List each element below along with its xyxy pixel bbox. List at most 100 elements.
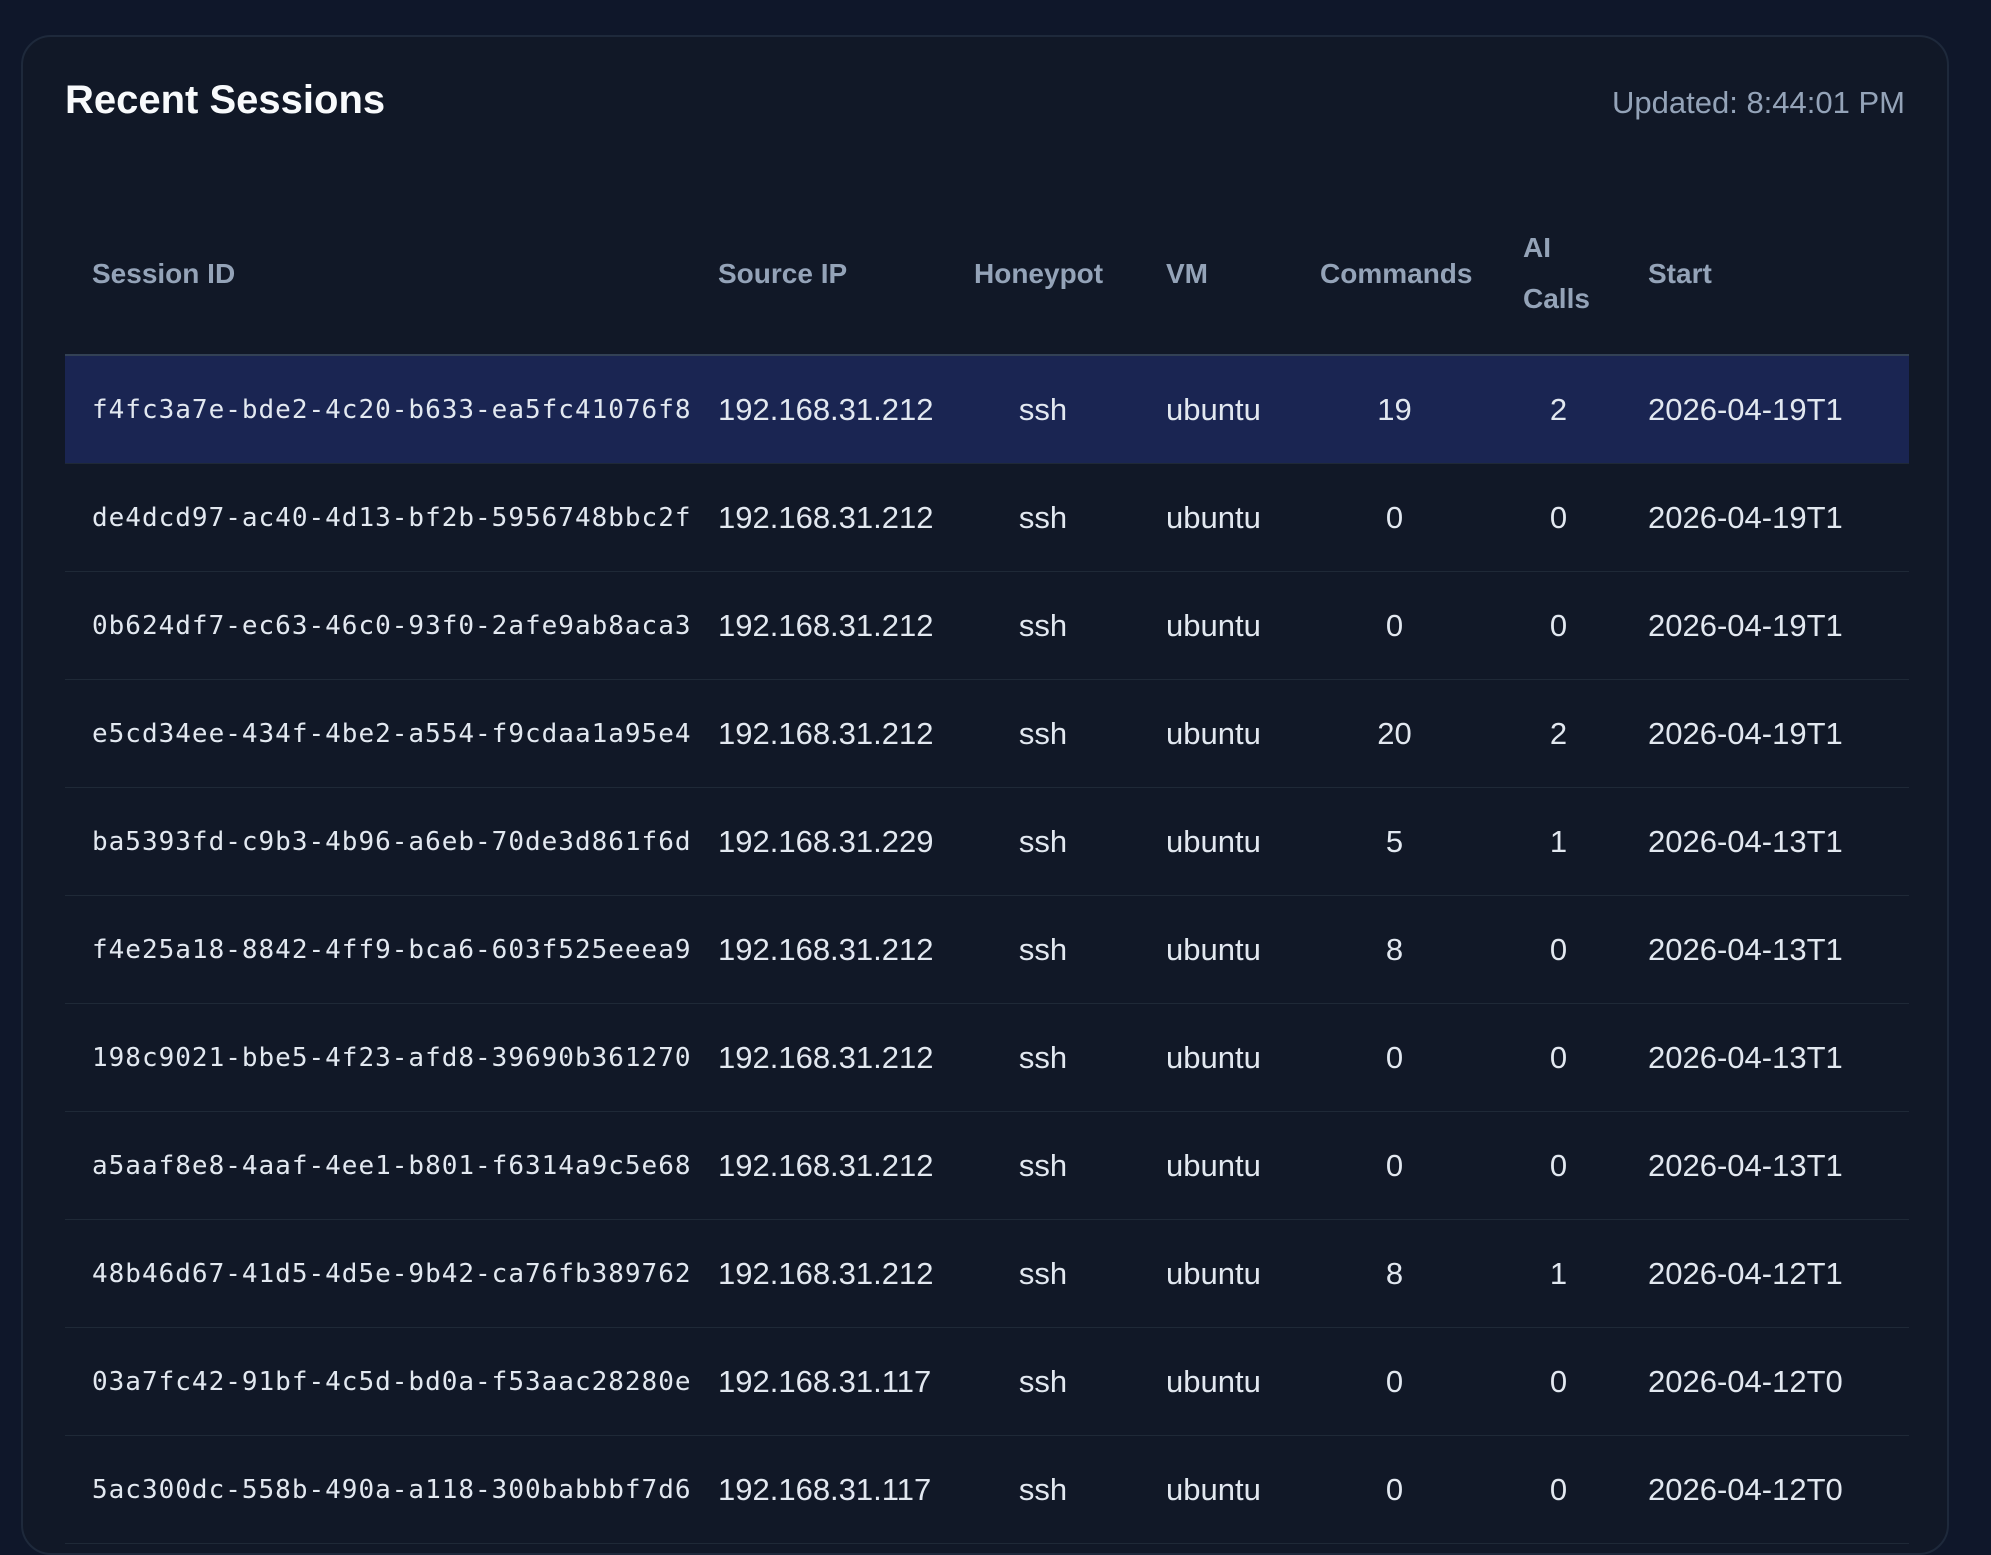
table-row[interactable]: f4fc3a7e-bde2-4c20-b633-ea5fc41076f8 192.… — [65, 355, 1909, 464]
cell-session-id: a5aaf8e8-4aaf-4ee1-b801-f6314a9c5e68 — [65, 1111, 691, 1220]
table-row[interactable]: 48b46d67-41d5-4d5e-9b42-ca76fb389762 192.… — [65, 1219, 1909, 1328]
cell-session-id: 198c9021-bbe5-4f23-afd8-39690b361270 — [65, 1003, 691, 1112]
header-start: Start — [1621, 192, 1909, 356]
cell-commands: 0 — [1293, 1435, 1496, 1544]
cell-start: 2026-04-13T1 — [1621, 1111, 1909, 1220]
cell-session-id: 0b624df7-ec63-46c0-93f0-2afe9ab8aca3 — [65, 571, 691, 680]
cell-honeypot: ssh — [947, 1219, 1139, 1328]
cell-session-id: 5ac300dc-558b-490a-a118-300babbbf7d6 — [65, 1435, 691, 1544]
cell-session-id: de4dcd97-ac40-4d13-bf2b-5956748bbc2f — [65, 463, 691, 572]
cell-vm: ubuntu — [1139, 355, 1293, 464]
table-row[interactable]: f4e25a18-8842-4ff9-bca6-603f525eeea9 192.… — [65, 895, 1909, 1004]
cell-start: 2026-04-19T1 — [1621, 679, 1909, 788]
table-row[interactable]: e5cd34ee-434f-4be2-a554-f9cdaa1a95e4 192.… — [65, 679, 1909, 788]
header-row: Session ID Source IP Honeypot VM Command… — [65, 192, 1909, 356]
header-session-id: Session ID — [65, 192, 691, 356]
cell-commands: 19 — [1293, 355, 1496, 464]
cell-commands: 0 — [1293, 1327, 1496, 1436]
cell-ai-calls: 0 — [1496, 463, 1621, 572]
cell-vm: ubuntu — [1139, 1219, 1293, 1328]
cell-ai-calls: 2 — [1496, 355, 1621, 464]
cell-ai-calls: 0 — [1496, 895, 1621, 1004]
cell-vm: ubuntu — [1139, 1327, 1293, 1436]
sessions-table-container[interactable]: Session ID Source IP Honeypot VM Command… — [65, 192, 1909, 1544]
cell-vm: ubuntu — [1139, 895, 1293, 1004]
header-commands: Commands — [1293, 192, 1496, 356]
sessions-table: Session ID Source IP Honeypot VM Command… — [65, 192, 1909, 1544]
cell-session-id: e5cd34ee-434f-4be2-a554-f9cdaa1a95e4 — [65, 679, 691, 788]
cell-source-ip: 192.168.31.229 — [691, 787, 947, 896]
cell-start: 2026-04-19T1 — [1621, 571, 1909, 680]
cell-session-id: 03a7fc42-91bf-4c5d-bd0a-f53aac28280e — [65, 1327, 691, 1436]
cell-ai-calls: 0 — [1496, 1003, 1621, 1112]
cell-start: 2026-04-13T1 — [1621, 1003, 1909, 1112]
cell-session-id: f4fc3a7e-bde2-4c20-b633-ea5fc41076f8 — [65, 355, 691, 464]
cell-commands: 0 — [1293, 463, 1496, 572]
cell-vm: ubuntu — [1139, 679, 1293, 788]
header-source-ip: Source IP — [691, 192, 947, 356]
cell-session-id: ba5393fd-c9b3-4b96-a6eb-70de3d861f6d — [65, 787, 691, 896]
header-honeypot: Honeypot — [947, 192, 1139, 356]
table-row[interactable]: ba5393fd-c9b3-4b96-a6eb-70de3d861f6d 192.… — [65, 787, 1909, 896]
cell-commands: 0 — [1293, 1003, 1496, 1112]
cell-vm: ubuntu — [1139, 1003, 1293, 1112]
cell-commands: 5 — [1293, 787, 1496, 896]
cell-commands: 8 — [1293, 1219, 1496, 1328]
cell-ai-calls: 2 — [1496, 679, 1621, 788]
table-row[interactable]: 03a7fc42-91bf-4c5d-bd0a-f53aac28280e 192.… — [65, 1327, 1909, 1436]
cell-source-ip: 192.168.31.212 — [691, 1003, 947, 1112]
cell-commands: 0 — [1293, 571, 1496, 680]
cell-honeypot: ssh — [947, 355, 1139, 464]
cell-ai-calls: 1 — [1496, 787, 1621, 896]
table-row[interactable]: de4dcd97-ac40-4d13-bf2b-5956748bbc2f 192.… — [65, 463, 1909, 572]
cell-honeypot: ssh — [947, 1327, 1139, 1436]
header-vm: VM — [1139, 192, 1293, 356]
cell-ai-calls: 0 — [1496, 571, 1621, 680]
cell-start: 2026-04-12T1 — [1621, 1219, 1909, 1328]
cell-start: 2026-04-19T1 — [1621, 355, 1909, 464]
cell-honeypot: ssh — [947, 1003, 1139, 1112]
cell-vm: ubuntu — [1139, 463, 1293, 572]
cell-start: 2026-04-13T1 — [1621, 895, 1909, 1004]
cell-vm: ubuntu — [1139, 1111, 1293, 1220]
cell-ai-calls: 0 — [1496, 1435, 1621, 1544]
cell-source-ip: 192.168.31.117 — [691, 1435, 947, 1544]
cell-source-ip: 192.168.31.212 — [691, 571, 947, 680]
cell-source-ip: 192.168.31.212 — [691, 1219, 947, 1328]
cell-commands: 0 — [1293, 1111, 1496, 1220]
cell-ai-calls: 1 — [1496, 1219, 1621, 1328]
cell-honeypot: ssh — [947, 787, 1139, 896]
cell-source-ip: 192.168.31.212 — [691, 679, 947, 788]
table-row[interactable]: 0b624df7-ec63-46c0-93f0-2afe9ab8aca3 192.… — [65, 571, 1909, 680]
cell-honeypot: ssh — [947, 1435, 1139, 1544]
cell-source-ip: 192.168.31.212 — [691, 463, 947, 572]
cell-vm: ubuntu — [1139, 571, 1293, 680]
updated-timestamp: Updated: 8:44:01 PM — [1612, 85, 1905, 120]
table-row[interactable]: a5aaf8e8-4aaf-4ee1-b801-f6314a9c5e68 192.… — [65, 1111, 1909, 1220]
table-header: Session ID Source IP Honeypot VM Command… — [65, 192, 1909, 356]
cell-source-ip: 192.168.31.117 — [691, 1327, 947, 1436]
cell-vm: ubuntu — [1139, 1435, 1293, 1544]
cell-source-ip: 192.168.31.212 — [691, 895, 947, 1004]
cell-honeypot: ssh — [947, 463, 1139, 572]
table-body: f4fc3a7e-bde2-4c20-b633-ea5fc41076f8 192.… — [65, 355, 1909, 1544]
cell-honeypot: ssh — [947, 571, 1139, 680]
recent-sessions-card: Recent Sessions Updated: 8:44:01 PM Sess… — [21, 35, 1949, 1555]
cell-commands: 8 — [1293, 895, 1496, 1004]
cell-honeypot: ssh — [947, 679, 1139, 788]
cell-start: 2026-04-13T1 — [1621, 787, 1909, 896]
cell-start: 2026-04-19T1 — [1621, 463, 1909, 572]
cell-start: 2026-04-12T0 — [1621, 1327, 1909, 1436]
cell-vm: ubuntu — [1139, 787, 1293, 896]
cell-commands: 20 — [1293, 679, 1496, 788]
cell-session-id: 48b46d67-41d5-4d5e-9b42-ca76fb389762 — [65, 1219, 691, 1328]
table-row[interactable]: 198c9021-bbe5-4f23-afd8-39690b361270 192.… — [65, 1003, 1909, 1112]
cell-honeypot: ssh — [947, 1111, 1139, 1220]
cell-start: 2026-04-12T0 — [1621, 1435, 1909, 1544]
cell-ai-calls: 0 — [1496, 1111, 1621, 1220]
cell-source-ip: 192.168.31.212 — [691, 355, 947, 464]
card-title: Recent Sessions — [65, 78, 386, 122]
table-row[interactable]: 5ac300dc-558b-490a-a118-300babbbf7d6 192.… — [65, 1435, 1909, 1544]
cell-session-id: f4e25a18-8842-4ff9-bca6-603f525eeea9 — [65, 895, 691, 1004]
cell-honeypot: ssh — [947, 895, 1139, 1004]
